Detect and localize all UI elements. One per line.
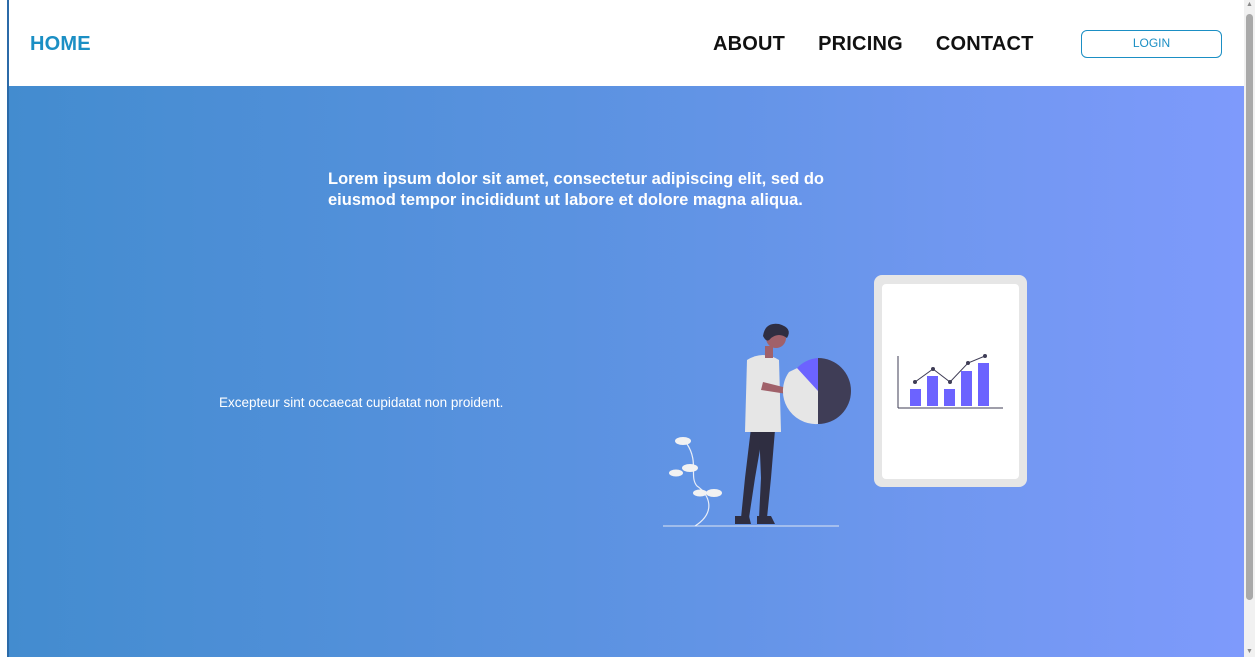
page: HOME ABOUT PRICING CONTACT LOGIN Lorem i… [0, 0, 1255, 657]
tablet-icon [874, 275, 1027, 487]
page-scrollbar[interactable]: ▲ ▼ [1244, 0, 1255, 657]
nav-contact-link[interactable]: CONTACT [936, 33, 1034, 56]
plant-icon [669, 437, 722, 527]
hero-section: Lorem ipsum dolor sit amet, consectetur … [9, 86, 1244, 657]
nav-pricing-link[interactable]: PRICING [818, 33, 903, 56]
hero-subtext: Excepteur sint occaecat cupidatat non pr… [219, 395, 504, 410]
pie-chart-icon [782, 358, 851, 425]
nav-about-link[interactable]: ABOUT [713, 33, 785, 56]
chevron-up-icon[interactable]: ▲ [1244, 0, 1255, 10]
nav-links: ABOUT PRICING CONTACT [713, 33, 1034, 56]
scrollbar-thumb[interactable] [1246, 14, 1253, 600]
nav-home-link[interactable]: HOME [30, 33, 91, 56]
analytics-illustration [663, 275, 1027, 527]
login-button[interactable]: LOGIN [1081, 30, 1222, 58]
navbar: HOME ABOUT PRICING CONTACT LOGIN [9, 0, 1244, 86]
chevron-down-icon[interactable]: ▼ [1244, 647, 1255, 657]
person-icon [735, 323, 789, 524]
hero-headline: Lorem ipsum dolor sit amet, consectetur … [328, 170, 825, 209]
